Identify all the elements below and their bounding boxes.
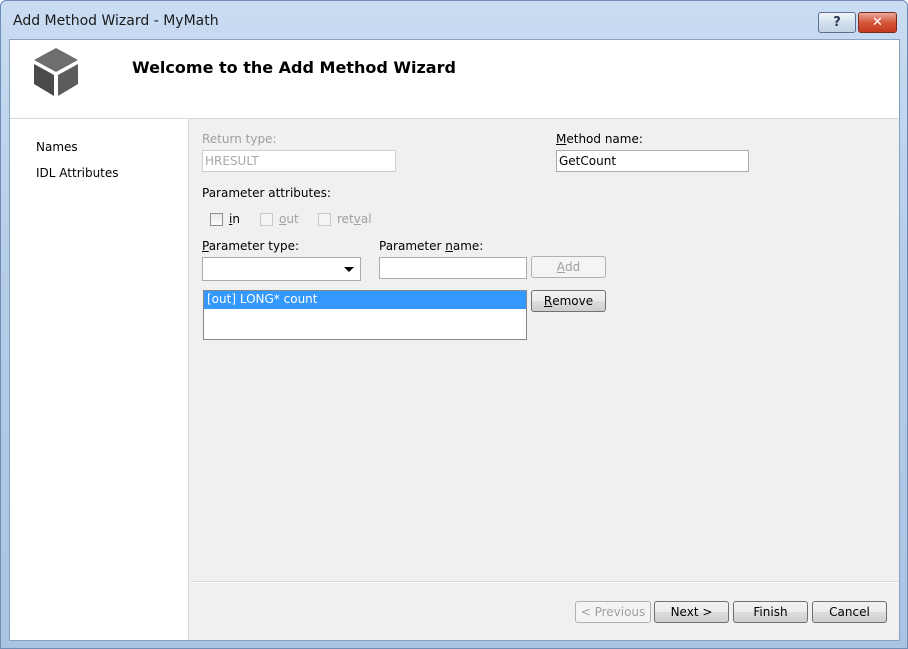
wizard-sidebar: Names IDL Attributes	[10, 119, 189, 640]
remove-button[interactable]: Remove	[531, 290, 606, 312]
cube-icon	[34, 48, 78, 96]
list-item[interactable]: [out] LONG* count	[204, 291, 526, 309]
out-checkbox[interactable]: out	[260, 212, 299, 226]
checkbox-box	[210, 212, 223, 226]
return-type-field: HRESULT	[202, 150, 396, 172]
finish-button[interactable]: Finish	[733, 601, 808, 623]
retval-checkbox-label: retval	[337, 212, 372, 226]
out-checkbox-label: out	[279, 212, 299, 226]
parameter-name-input[interactable]	[379, 257, 527, 279]
parameter-attributes-label: Parameter attributes:	[202, 186, 331, 200]
help-button[interactable]: ?	[818, 12, 856, 33]
sidebar-item-idl-attributes[interactable]: IDL Attributes	[36, 166, 119, 180]
sidebar-item-names[interactable]: Names	[36, 140, 78, 154]
previous-button[interactable]: < Previous	[575, 601, 651, 623]
window-title: Add Method Wizard - MyMath	[13, 13, 219, 29]
method-name-input[interactable]: GetCount	[556, 150, 749, 172]
dropdown-arrow-icon[interactable]	[344, 267, 354, 272]
close-button[interactable]: ✕	[858, 12, 897, 33]
add-button[interactable]: Add	[531, 256, 606, 278]
wizard-header: Welcome to the Add Method Wizard	[10, 40, 899, 119]
in-checkbox-label: in	[229, 212, 240, 226]
wizard-window: Add Method Wizard - MyMath ? ✕ Welcome t…	[0, 0, 908, 649]
parameters-list[interactable]: [out] LONG* count	[203, 290, 527, 340]
close-icon: ✕	[872, 15, 883, 30]
question-mark-icon: ?	[833, 15, 841, 30]
return-type-label: Return type:	[202, 132, 277, 146]
wizard-title: Welcome to the Add Method Wizard	[132, 58, 456, 77]
footer-divider-highlight	[190, 582, 899, 583]
next-button[interactable]: Next >	[654, 601, 729, 623]
method-name-label: Method name:	[556, 132, 643, 146]
cancel-button[interactable]: Cancel	[812, 601, 887, 623]
checkbox-box	[318, 212, 331, 226]
wizard-content: Return type: HRESULT Method name: GetCou…	[190, 119, 899, 640]
parameter-name-label: Parameter name:	[379, 239, 484, 253]
parameter-type-label: Parameter type:	[202, 239, 300, 253]
retval-checkbox[interactable]: retval	[318, 212, 372, 226]
in-checkbox[interactable]: in	[210, 212, 240, 226]
checkbox-box	[260, 212, 273, 226]
parameter-type-combo[interactable]	[202, 257, 361, 281]
dialog-client-area: Welcome to the Add Method Wizard Names I…	[9, 39, 900, 641]
